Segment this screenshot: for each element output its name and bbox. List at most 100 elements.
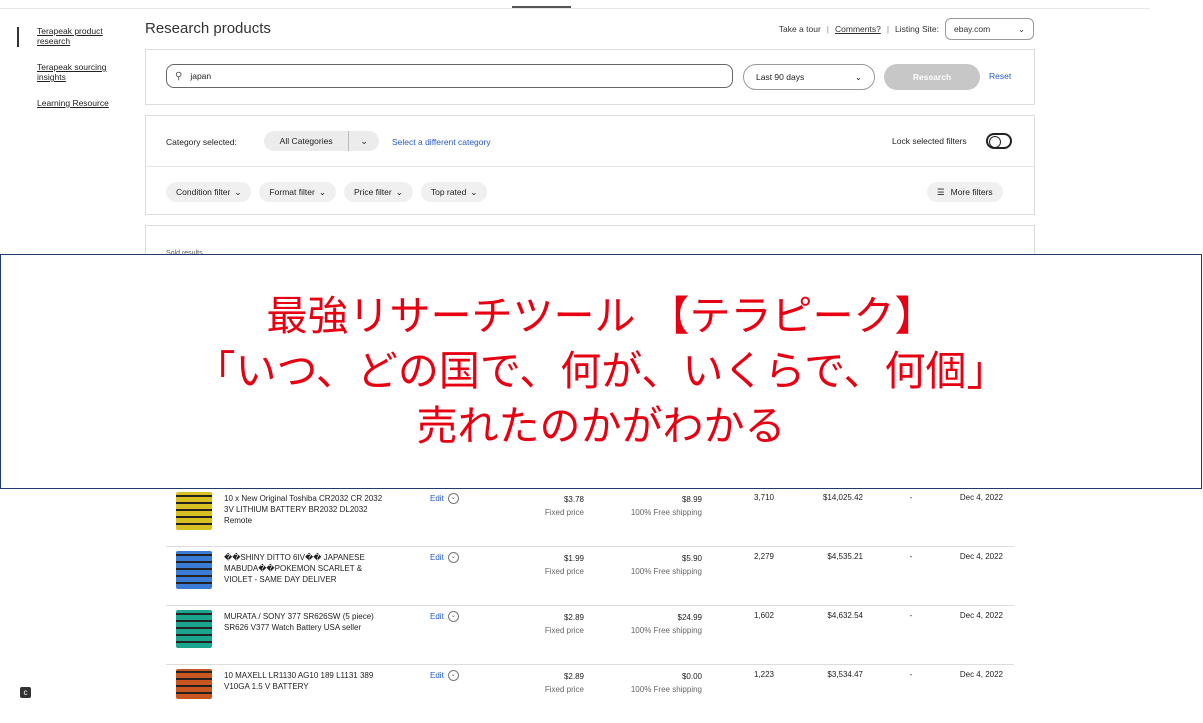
- avg-shipping: $5.90 100% Free shipping: [606, 552, 702, 578]
- active-tab-indicator: [512, 6, 571, 8]
- separator: |: [886, 24, 890, 34]
- total-sales: $4,632.54: [827, 611, 863, 620]
- chevron-down-icon: ⌄: [360, 135, 368, 146]
- price-value: $2.89: [563, 672, 584, 681]
- table-row[interactable]: MURATA / SONY 377 SR626SW (5 piece) SR62…: [166, 605, 1014, 665]
- filter-chips: Condition filter ⌄ Format filter ⌄ Price f…: [166, 182, 488, 202]
- shipping-note: 100% Free shipping: [630, 685, 702, 694]
- menu-icon: ☰: [937, 186, 945, 197]
- category-select[interactable]: All Categories ⌄: [264, 131, 379, 151]
- more-filters-label: More filters: [950, 187, 993, 197]
- listing-format: Fixed price: [544, 508, 584, 517]
- avg-price: $2.89 Fixed price: [516, 670, 584, 696]
- condition-filter-button[interactable]: Condition filter ⌄: [166, 182, 252, 202]
- chevron-down-icon: ⌄: [318, 186, 326, 197]
- avg-price: $1.99 Fixed price: [516, 552, 584, 578]
- product-thumbnail[interactable]: [176, 492, 212, 530]
- lock-filters-label: Lock selected filters: [892, 136, 967, 146]
- price-value: $3.78: [563, 495, 584, 504]
- table-row[interactable]: ��SHINY DITTO 6IV�� JAPANESE MABUDA��POK…: [166, 546, 1014, 606]
- edit-button[interactable]: Edit ⌄: [430, 670, 459, 681]
- last-sold-date: Dec 4, 2022: [959, 670, 1003, 679]
- shipping-value: $8.99: [681, 495, 702, 504]
- last-sold-date: Dec 4, 2022: [959, 611, 1003, 620]
- listing-format: Fixed price: [544, 685, 584, 694]
- date-range-value: Last 90 days: [756, 72, 805, 82]
- chevron-down-icon: ⌄: [447, 611, 459, 622]
- edit-button[interactable]: Edit ⌄: [430, 611, 459, 622]
- sidebar-item-product-research[interactable]: Terapeak product research: [37, 26, 127, 46]
- category-value: All Categories: [264, 131, 350, 151]
- sidebar-active-indicator: [17, 27, 19, 47]
- edit-label: Edit: [430, 553, 444, 562]
- edit-button[interactable]: Edit ⌄: [430, 493, 459, 504]
- take-tour-link[interactable]: Take a tour: [779, 24, 821, 34]
- listing-site-select[interactable]: ebay.com ⌄: [945, 18, 1034, 40]
- avg-price: $2.89 Fixed price: [516, 611, 584, 637]
- avg-shipping: $0.00 100% Free shipping: [606, 670, 702, 696]
- product-title[interactable]: 10 MAXELL LR1130 AG10 189 L1131 389 V10G…: [224, 670, 389, 692]
- product-title[interactable]: 10 x New Original Toshiba CR2032 CR 2032…: [224, 493, 389, 526]
- avg-price: $3.78 Fixed price: [516, 493, 584, 519]
- chip-label: Top rated: [430, 187, 467, 197]
- bids-value: -: [909, 611, 913, 620]
- sidebar-item-sourcing-insights[interactable]: Terapeak sourcing insights: [37, 62, 127, 82]
- top-divider: [0, 8, 1150, 9]
- date-range-select[interactable]: Last 90 days ⌄: [743, 64, 875, 90]
- comments-link[interactable]: Comments?: [835, 24, 881, 34]
- total-sold: 3,710: [753, 493, 774, 502]
- format-filter-button[interactable]: Format filter ⌄: [259, 182, 336, 202]
- bids-value: -: [909, 493, 913, 502]
- chip-label: Price filter: [353, 187, 392, 197]
- corner-app-icon[interactable]: c: [20, 687, 31, 698]
- total-sold: 2,279: [753, 552, 774, 561]
- edit-label: Edit: [430, 494, 444, 503]
- chip-label: Condition filter: [176, 187, 231, 197]
- product-title[interactable]: ��SHINY DITTO 6IV�� JAPANESE MABUDA��POK…: [224, 552, 389, 585]
- total-sold: 1,223: [753, 670, 774, 679]
- research-button[interactable]: Research: [884, 64, 980, 90]
- chevron-down-icon: ⌄: [447, 493, 459, 504]
- chevron-down-icon: ⌄: [234, 186, 242, 197]
- product-thumbnail[interactable]: [176, 610, 212, 648]
- shipping-note: 100% Free shipping: [630, 626, 702, 635]
- total-sold: 1,602: [753, 611, 774, 620]
- chip-label: Format filter: [269, 187, 315, 197]
- edit-button[interactable]: Edit ⌄: [430, 552, 459, 563]
- product-thumbnail[interactable]: [176, 551, 212, 589]
- overlay-line-3: 売れたのかがわかる: [416, 402, 786, 450]
- sidebar-item-learning-resource[interactable]: Learning Resource: [37, 98, 127, 108]
- price-filter-button[interactable]: Price filter ⌄: [343, 182, 413, 202]
- reset-link[interactable]: Reset: [989, 71, 1011, 81]
- chevron-down-icon: ⌄: [1017, 23, 1025, 34]
- avg-shipping: $24.99 100% Free shipping: [606, 611, 702, 637]
- category-row: Category selected: All Categories ⌄ Sele…: [146, 116, 1034, 167]
- product-thumbnail[interactable]: [176, 669, 212, 699]
- chevron-down-icon: ⌄: [447, 552, 459, 563]
- table-row[interactable]: 10 MAXELL LR1130 AG10 189 L1131 389 V10G…: [166, 664, 1014, 723]
- overlay-line-1: 最強リサーチツール 【テラピーク】: [266, 292, 936, 340]
- select-category-link[interactable]: Select a different category: [392, 137, 491, 147]
- filters-panel: Category selected: All Categories ⌄ Sele…: [145, 115, 1035, 215]
- separator: |: [826, 24, 829, 34]
- overlay-line-2: 「いつ、どの国で、何が、いくらで、何個」: [194, 347, 1008, 395]
- edit-label: Edit: [430, 671, 444, 680]
- search-input[interactable]: ⚲ japan: [166, 64, 733, 88]
- top-rated-filter-button[interactable]: Top rated ⌄: [420, 182, 488, 202]
- shipping-value: $0.00: [681, 672, 702, 681]
- last-sold-date: Dec 4, 2022: [959, 552, 1003, 561]
- more-filters-button[interactable]: ☰ More filters: [927, 182, 1003, 202]
- product-title[interactable]: MURATA / SONY 377 SR626SW (5 piece) SR62…: [224, 611, 389, 633]
- page-title: Research products: [145, 20, 271, 37]
- lock-filters-toggle[interactable]: [986, 133, 1012, 149]
- shipping-note: 100% Free shipping: [630, 508, 702, 517]
- listing-format: Fixed price: [544, 567, 584, 576]
- search-panel: ⚲ japan Last 90 days ⌄ Research Reset: [145, 49, 1035, 105]
- listing-format: Fixed price: [544, 626, 584, 635]
- category-label: Category selected:: [166, 137, 237, 147]
- table-row[interactable]: 10 x New Original Toshiba CR2032 CR 2032…: [166, 487, 1014, 547]
- avg-shipping: $8.99 100% Free shipping: [606, 493, 702, 519]
- total-sales: $3,534.47: [827, 670, 863, 679]
- last-sold-date: Dec 4, 2022: [959, 493, 1003, 502]
- listing-site-value: ebay.com: [954, 24, 991, 34]
